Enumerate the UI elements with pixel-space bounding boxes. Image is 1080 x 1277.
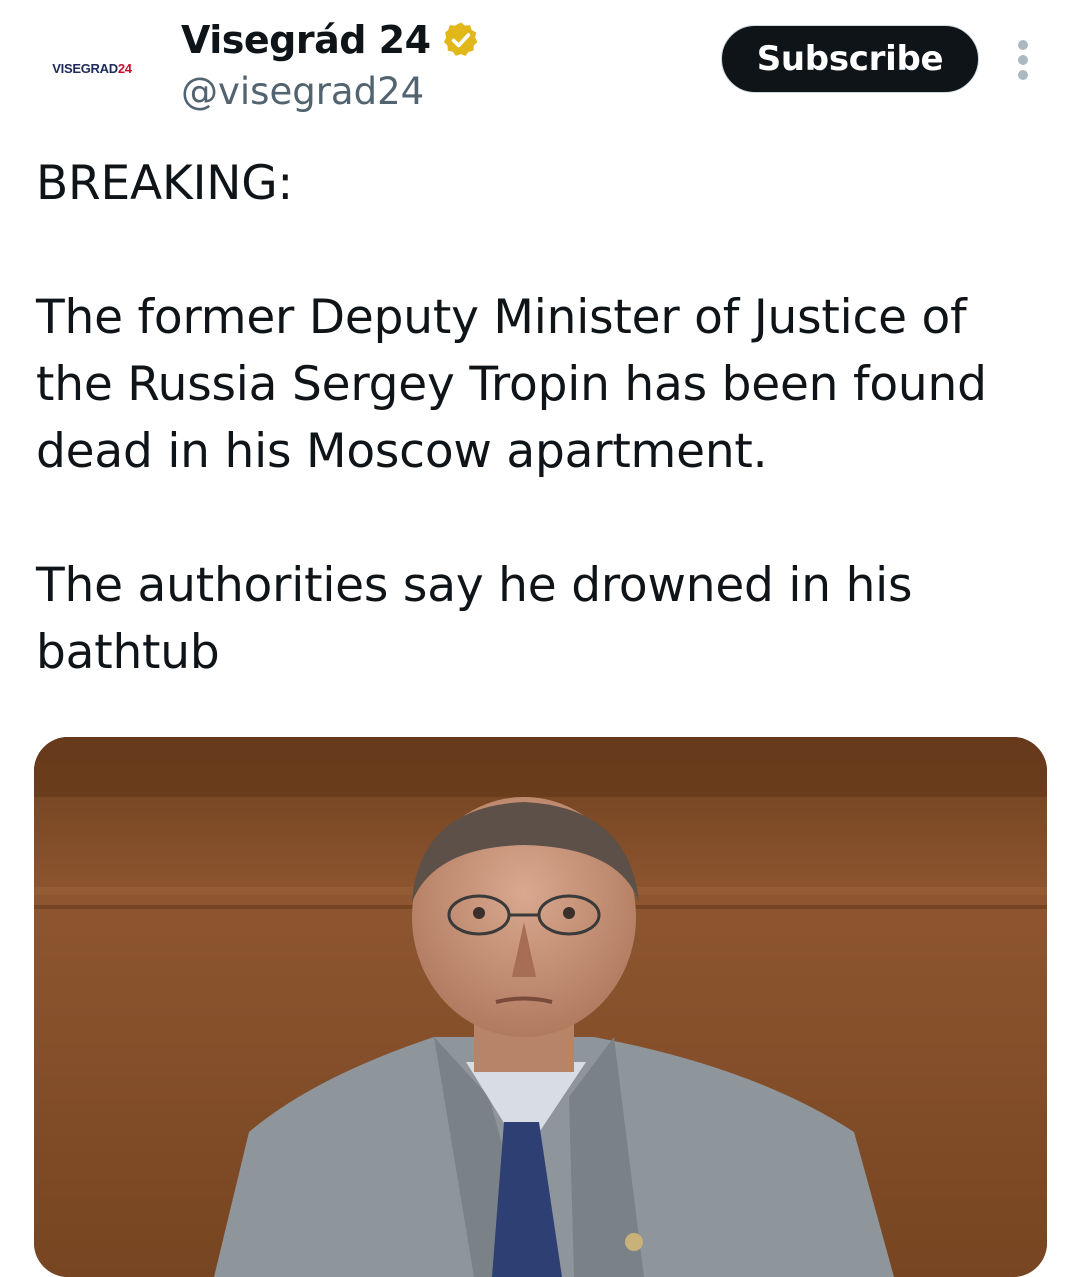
tweet-media-photo[interactable] bbox=[34, 737, 1047, 1277]
verified-badge-icon[interactable] bbox=[441, 20, 481, 60]
display-name[interactable]: Visegrád 24 bbox=[181, 18, 431, 62]
name-row: Visegrád 24 bbox=[181, 18, 481, 62]
more-options-icon[interactable] bbox=[1010, 38, 1038, 82]
avatar-logo-text: VISEGRAD24 bbox=[52, 60, 132, 76]
avatar[interactable]: VISEGRAD24 bbox=[30, 22, 154, 114]
tweet-text: BREAKING: The former Deputy Minister of … bbox=[36, 150, 1046, 686]
man-in-suit-photo bbox=[34, 737, 1047, 1277]
account-handle[interactable]: @visegrad24 bbox=[181, 70, 424, 113]
tweet-paragraph-main: The former Deputy Minister of Justice of… bbox=[36, 290, 987, 479]
tweet-paragraph-breaking: BREAKING: bbox=[36, 156, 294, 211]
subscribe-button[interactable]: Subscribe bbox=[721, 25, 979, 93]
tweet-paragraph-authorities: The authorities say he drowned in his ba… bbox=[36, 558, 913, 680]
